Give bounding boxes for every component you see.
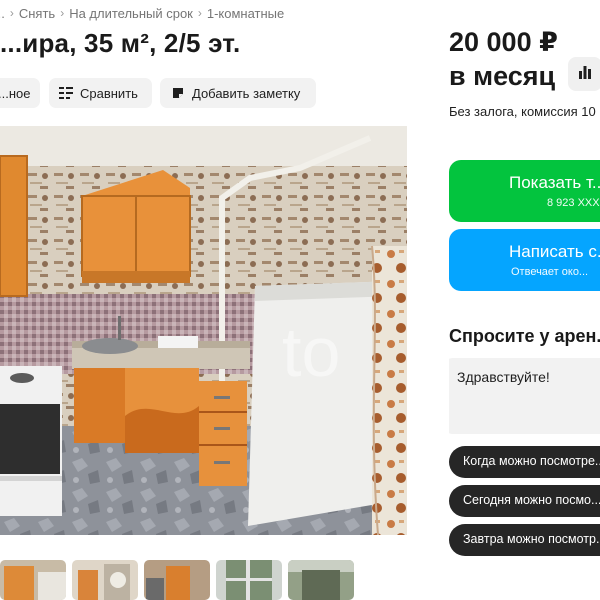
message-input[interactable]: Здравствуйте! <box>449 358 600 434</box>
note-icon <box>171 86 185 100</box>
compare-icon <box>59 86 73 100</box>
write-message-label: Написать с... <box>509 242 600 261</box>
reply-time-note: Отвечает око... <box>511 266 589 278</box>
main-photo[interactable]: to <box>0 126 407 535</box>
thumbnail-strip <box>0 560 407 600</box>
chevron-right-icon: › <box>60 6 65 20</box>
show-phone-button[interactable]: Показать т... 8 923 XXX-... <box>449 160 600 222</box>
ask-landlord-heading: Спросите у арен... <box>449 326 600 346</box>
suggestion-chip[interactable]: Когда можно посмотре... <box>449 446 600 478</box>
sidebar: 20 000 ₽ в месяц Без залога, комиссия 10… <box>449 0 600 600</box>
listing-title: ...ира, 35 м², 2/5 эт. <box>0 28 241 58</box>
favorite-button[interactable]: ...ное <box>0 78 40 108</box>
svg-text:to: to <box>282 313 340 391</box>
rent-terms: Без залога, комиссия 10 ... <box>449 104 600 119</box>
breadcrumb-item-one-room[interactable]: 1-комнатные <box>207 6 284 21</box>
chevron-right-icon: › <box>9 6 14 20</box>
thumbnail[interactable] <box>216 560 282 600</box>
suggestion-label: Сегодня можно посмо... <box>463 493 600 507</box>
favorite-label: ...ное <box>0 85 31 101</box>
breadcrumb: ... › Снять › На длительный срок › 1-ком… <box>0 4 284 22</box>
breadcrumb-item-category[interactable]: ... <box>0 6 5 21</box>
compare-label: Сравнить <box>80 85 138 101</box>
suggestion-chip[interactable]: Сегодня можно посмо... <box>449 485 600 517</box>
thumbnail[interactable] <box>288 560 354 600</box>
masked-phone: 8 923 XXX-... <box>547 197 600 209</box>
compare-button[interactable]: Сравнить <box>49 78 152 108</box>
write-message-button[interactable]: Написать с... Отвечает око... <box>449 229 600 291</box>
add-note-button[interactable]: Добавить заметку <box>160 78 316 108</box>
price-period: в месяц <box>449 61 556 91</box>
suggestion-label: Завтра можно посмотр... <box>463 532 600 546</box>
suggestion-chip[interactable]: Завтра можно посмотр... <box>449 524 600 556</box>
note-label: Добавить заметку <box>192 85 301 101</box>
chevron-right-icon: › <box>197 6 202 20</box>
message-text: Здравствуйте! <box>457 369 550 385</box>
price-history-button[interactable] <box>568 57 600 91</box>
thumbnail[interactable] <box>0 560 66 600</box>
thumbnail[interactable] <box>144 560 210 600</box>
chart-icon <box>578 65 592 84</box>
show-phone-label: Показать т... <box>509 173 600 192</box>
breadcrumb-item-rent[interactable]: Снять <box>19 6 55 21</box>
thumbnail[interactable] <box>72 560 138 600</box>
breadcrumb-item-long-term[interactable]: На длительный срок <box>69 6 193 21</box>
price: 20 000 ₽ <box>449 27 558 57</box>
suggestion-label: Когда можно посмотре... <box>463 454 600 468</box>
